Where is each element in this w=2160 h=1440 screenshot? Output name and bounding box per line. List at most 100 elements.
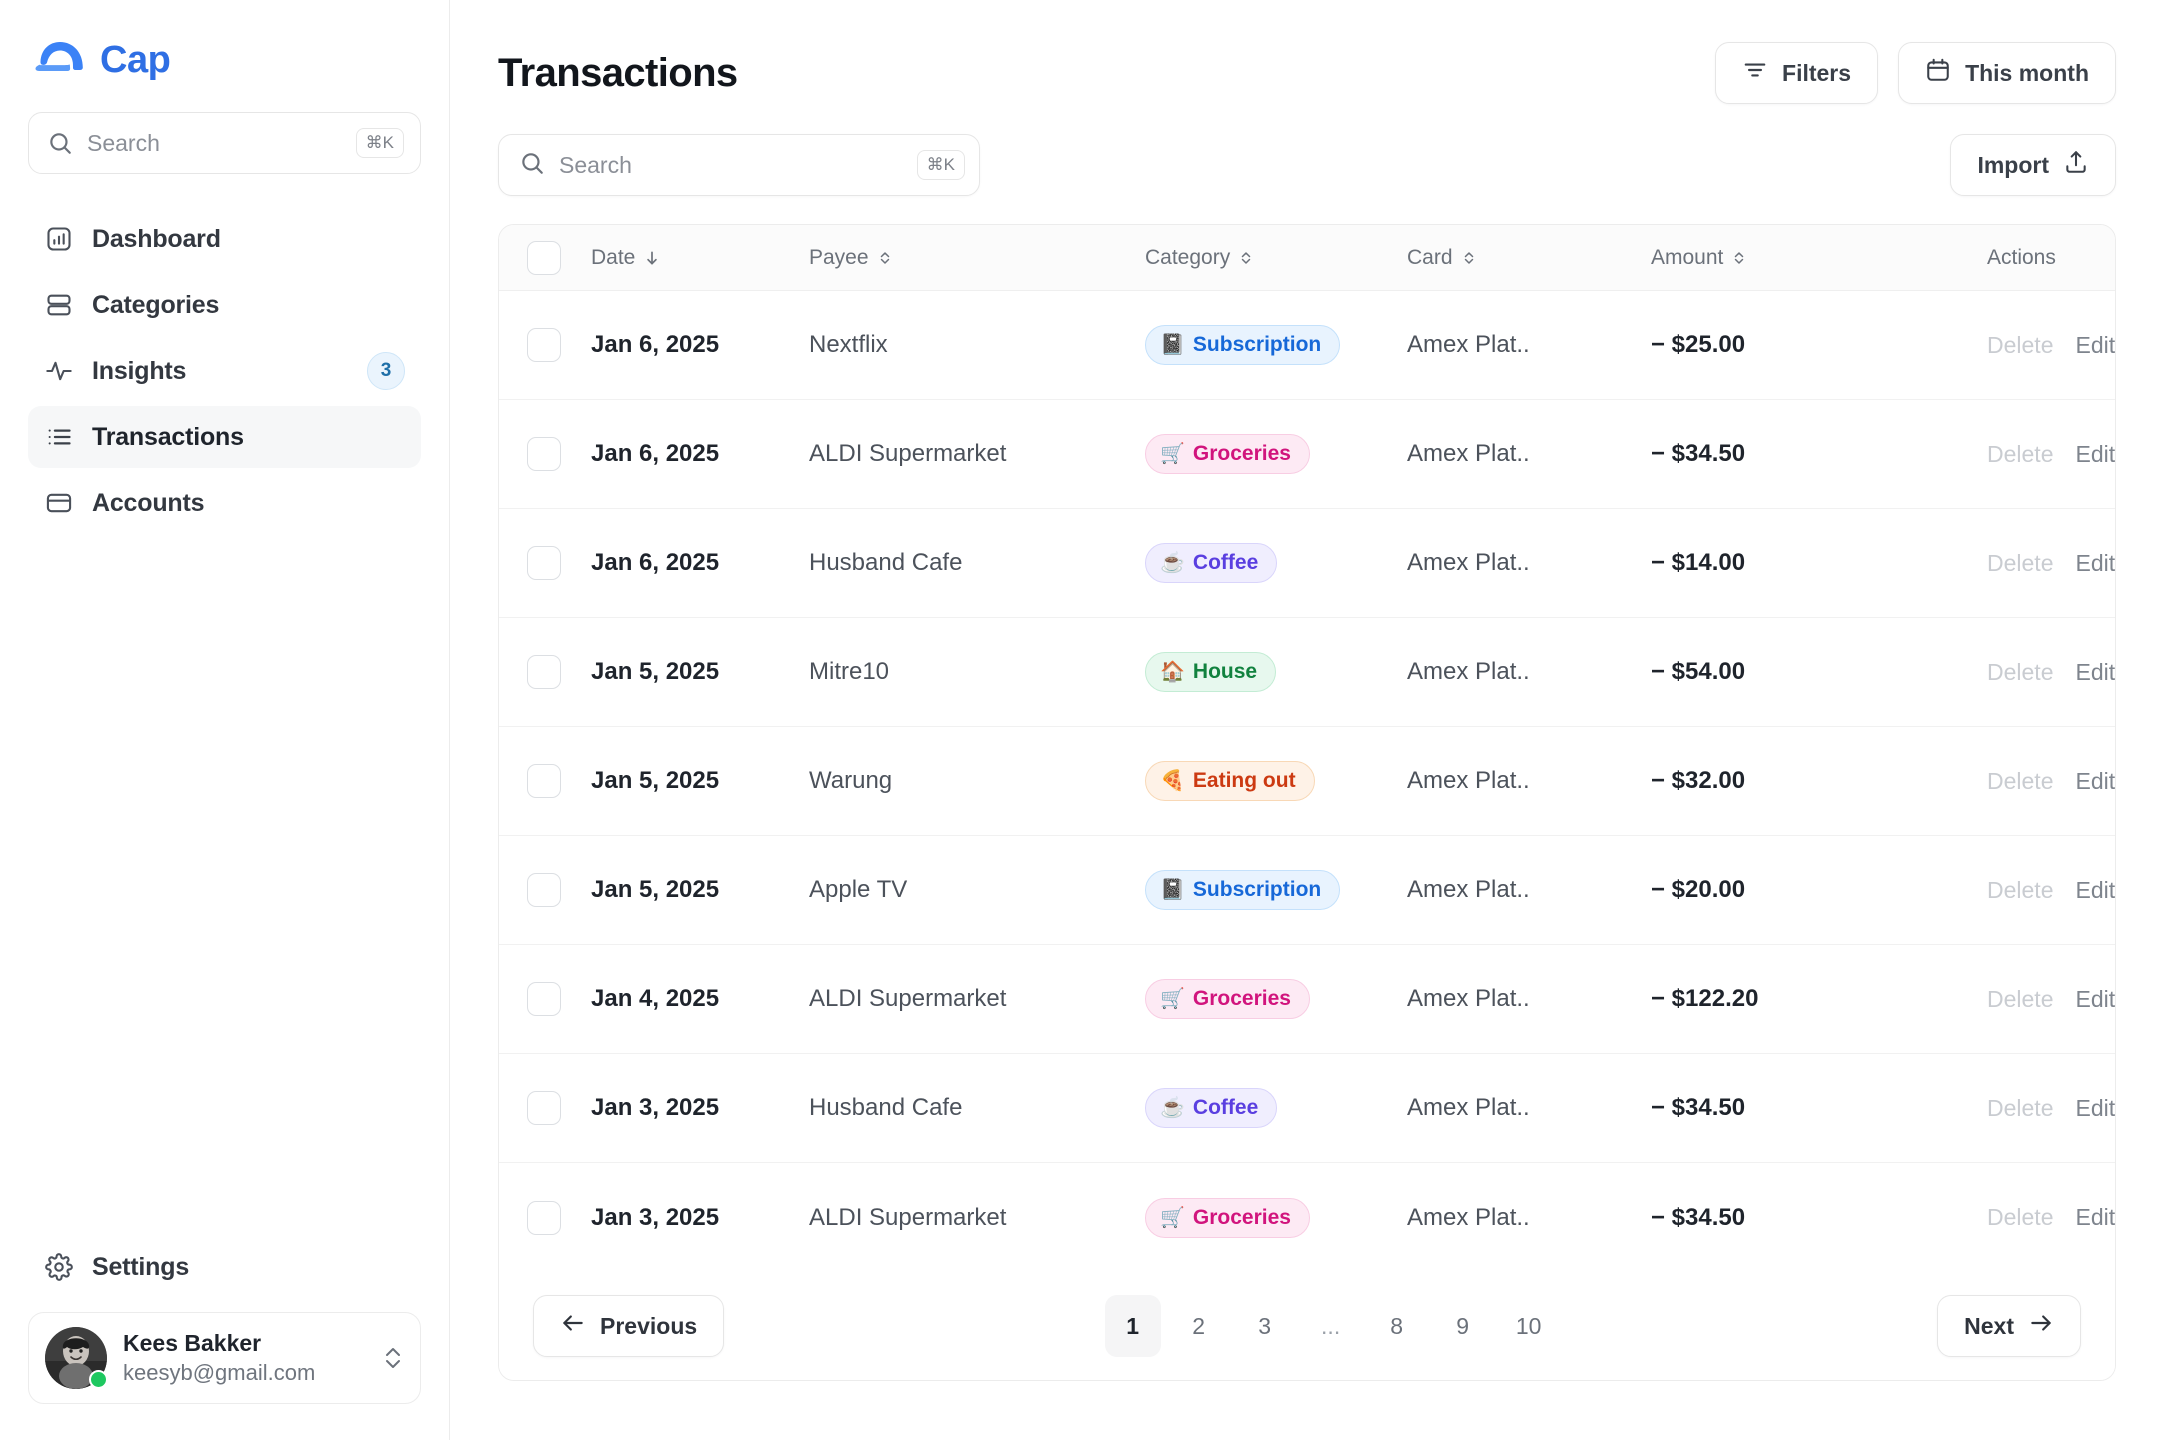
brand-name: Cap xyxy=(100,38,171,81)
category-badge[interactable]: ☕ Coffee xyxy=(1145,543,1278,583)
delete-button[interactable]: Delete xyxy=(1987,877,2053,904)
import-button[interactable]: Import xyxy=(1950,134,2116,196)
column-header-category[interactable]: Category xyxy=(1145,246,1407,270)
cell-actions: Delete Edit xyxy=(1987,1095,2115,1122)
row-checkbox[interactable] xyxy=(527,1091,561,1125)
edit-button[interactable]: Edit xyxy=(2075,332,2115,359)
table-row[interactable]: Jan 4, 2025 ALDI Supermarket 🛒 Groceries Ame… xyxy=(499,945,2115,1054)
row-checkbox[interactable] xyxy=(527,655,561,689)
table-row[interactable]: Jan 3, 2025 ALDI Supermarket 🛒 Groceries Ame… xyxy=(499,1163,2115,1272)
profile-card[interactable]: Kees Bakker keesyb@gmail.com xyxy=(28,1312,421,1404)
previous-page-button[interactable]: Previous xyxy=(533,1295,725,1357)
sidebar-item-categories[interactable]: Categories xyxy=(28,274,421,336)
row-checkbox[interactable] xyxy=(527,437,561,471)
table-row[interactable]: Jan 5, 2025 Warung 🍕 Eating out Amex Plat.. −… xyxy=(499,727,2115,836)
page-number-9[interactable]: 9 xyxy=(1435,1295,1491,1357)
sidebar-item-settings[interactable]: Settings xyxy=(28,1236,421,1298)
row-select-cell xyxy=(527,437,591,471)
cell-date: Jan 4, 2025 xyxy=(591,985,720,1012)
row-checkbox[interactable] xyxy=(527,873,561,907)
brand[interactable]: Cap xyxy=(34,30,421,90)
column-header-date[interactable]: Date xyxy=(591,246,809,270)
cell-amount: − $122.20 xyxy=(1651,985,1759,1012)
page-number-3[interactable]: 3 xyxy=(1237,1295,1293,1357)
category-emoji-icon: 🛒 xyxy=(1160,988,1185,1010)
cell-date: Jan 6, 2025 xyxy=(591,331,720,358)
delete-button[interactable]: Delete xyxy=(1987,768,2053,795)
page-header: Transactions Filters This month xyxy=(498,30,2116,116)
table-row[interactable]: Jan 6, 2025 Husband Cafe ☕ Coffee Amex Plat.… xyxy=(499,509,2115,618)
edit-button[interactable]: Edit xyxy=(2075,659,2115,686)
edit-button[interactable]: Edit xyxy=(2075,441,2115,468)
category-badge[interactable]: 🏠 House xyxy=(1145,652,1277,692)
category-emoji-icon: 📓 xyxy=(1160,334,1185,356)
cell-category: 📓 Subscription xyxy=(1145,325,1407,365)
sidebar-item-insights[interactable]: Insights 3 xyxy=(28,340,421,402)
row-select-cell xyxy=(527,546,591,580)
edit-button[interactable]: Edit xyxy=(2075,550,2115,577)
category-badge[interactable]: 🛒 Groceries xyxy=(1145,1197,1310,1238)
import-label: Import xyxy=(1977,151,2049,178)
delete-button[interactable]: Delete xyxy=(1987,986,2053,1013)
sidebar-item-transactions[interactable]: Transactions xyxy=(28,406,421,468)
column-header-amount[interactable]: Amount xyxy=(1651,246,1987,270)
sidebar-search-input[interactable]: Search ⌘K xyxy=(28,112,421,174)
filters-button[interactable]: Filters xyxy=(1715,42,1879,104)
page-number-1[interactable]: 1 xyxy=(1104,1295,1161,1357)
category-badge[interactable]: ☕ Coffee xyxy=(1145,1088,1278,1128)
table-row[interactable]: Jan 3, 2025 Husband Cafe ☕ Coffee Amex Plat.… xyxy=(499,1054,2115,1163)
table-row[interactable]: Jan 5, 2025 Mitre10 🏠 House Amex Plat.. − $54… xyxy=(499,618,2115,727)
table-row[interactable]: Jan 5, 2025 Apple TV 📓 Subscription Amex Pla… xyxy=(499,836,2115,945)
sidebar-item-label: Transactions xyxy=(92,422,244,451)
page-number-8[interactable]: 8 xyxy=(1369,1295,1425,1357)
edit-button[interactable]: Edit xyxy=(2075,1204,2115,1231)
row-checkbox[interactable] xyxy=(527,764,561,798)
page-number-2[interactable]: 2 xyxy=(1171,1295,1227,1357)
edit-button[interactable]: Edit xyxy=(2075,1095,2115,1122)
header-actions: Filters This month xyxy=(1715,42,2116,104)
category-label: House xyxy=(1192,660,1258,683)
category-label: Subscription xyxy=(1192,878,1322,901)
cell-category: 🛒 Groceries xyxy=(1145,1197,1407,1238)
next-page-button[interactable]: Next xyxy=(1937,1295,2081,1357)
delete-button[interactable]: Delete xyxy=(1987,1204,2053,1231)
table-row[interactable]: Jan 6, 2025 Nextflix 📓 Subscription Amex Pla… xyxy=(499,291,2115,400)
cell-category: 🛒 Groceries xyxy=(1145,979,1407,1019)
delete-button[interactable]: Delete xyxy=(1987,550,2053,577)
edit-button[interactable]: Edit xyxy=(2075,877,2115,904)
cell-payee: ALDI Supermarket xyxy=(809,1203,1007,1231)
select-all-checkbox[interactable] xyxy=(527,240,561,275)
edit-button[interactable]: Edit xyxy=(2075,768,2115,795)
row-checkbox[interactable] xyxy=(527,328,561,362)
category-badge[interactable]: 🛒 Groceries xyxy=(1145,434,1310,474)
date-range-button[interactable]: This month xyxy=(1898,42,2116,104)
delete-button[interactable]: Delete xyxy=(1987,332,2053,359)
delete-button[interactable]: Delete xyxy=(1987,441,2053,468)
category-badge[interactable]: 📓 Subscription xyxy=(1145,325,1341,365)
sort-icon xyxy=(1464,251,1473,264)
sidebar-item-dashboard[interactable]: Dashboard xyxy=(28,208,421,270)
category-badge[interactable]: 🛒 Groceries xyxy=(1145,979,1310,1019)
table-row[interactable]: Jan 6, 2025 ALDI Supermarket 🛒 Groceries Ame… xyxy=(499,400,2115,509)
column-header-payee[interactable]: Payee xyxy=(809,246,1145,270)
search-input[interactable]: Search ⌘K xyxy=(498,134,980,196)
delete-button[interactable]: Delete xyxy=(1987,659,2053,686)
page-number-10[interactable]: 10 xyxy=(1501,1295,1557,1357)
column-header-card[interactable]: Card xyxy=(1407,246,1651,270)
category-badge[interactable]: 📓 Subscription xyxy=(1145,870,1341,910)
row-checkbox[interactable] xyxy=(527,546,561,580)
row-checkbox[interactable] xyxy=(527,982,561,1016)
search-shortcut: ⌘K xyxy=(916,150,965,180)
cell-actions: Delete Edit xyxy=(1987,659,2115,686)
delete-button[interactable]: Delete xyxy=(1987,1095,2053,1122)
chevron-up-down-icon[interactable] xyxy=(382,1341,404,1375)
cell-amount: − $32.00 xyxy=(1651,767,1746,794)
cell-card: Amex Plat.. xyxy=(1407,1203,1530,1231)
sidebar-item-accounts[interactable]: Accounts xyxy=(28,472,421,534)
arrow-left-icon xyxy=(560,1310,586,1342)
category-badge[interactable]: 🍕 Eating out xyxy=(1145,761,1315,801)
row-checkbox[interactable] xyxy=(527,1200,561,1235)
cell-date: Jan 6, 2025 xyxy=(591,549,720,576)
edit-button[interactable]: Edit xyxy=(2075,986,2115,1013)
sidebar-nav: Dashboard Categories Insights 3 Transact… xyxy=(28,208,421,534)
